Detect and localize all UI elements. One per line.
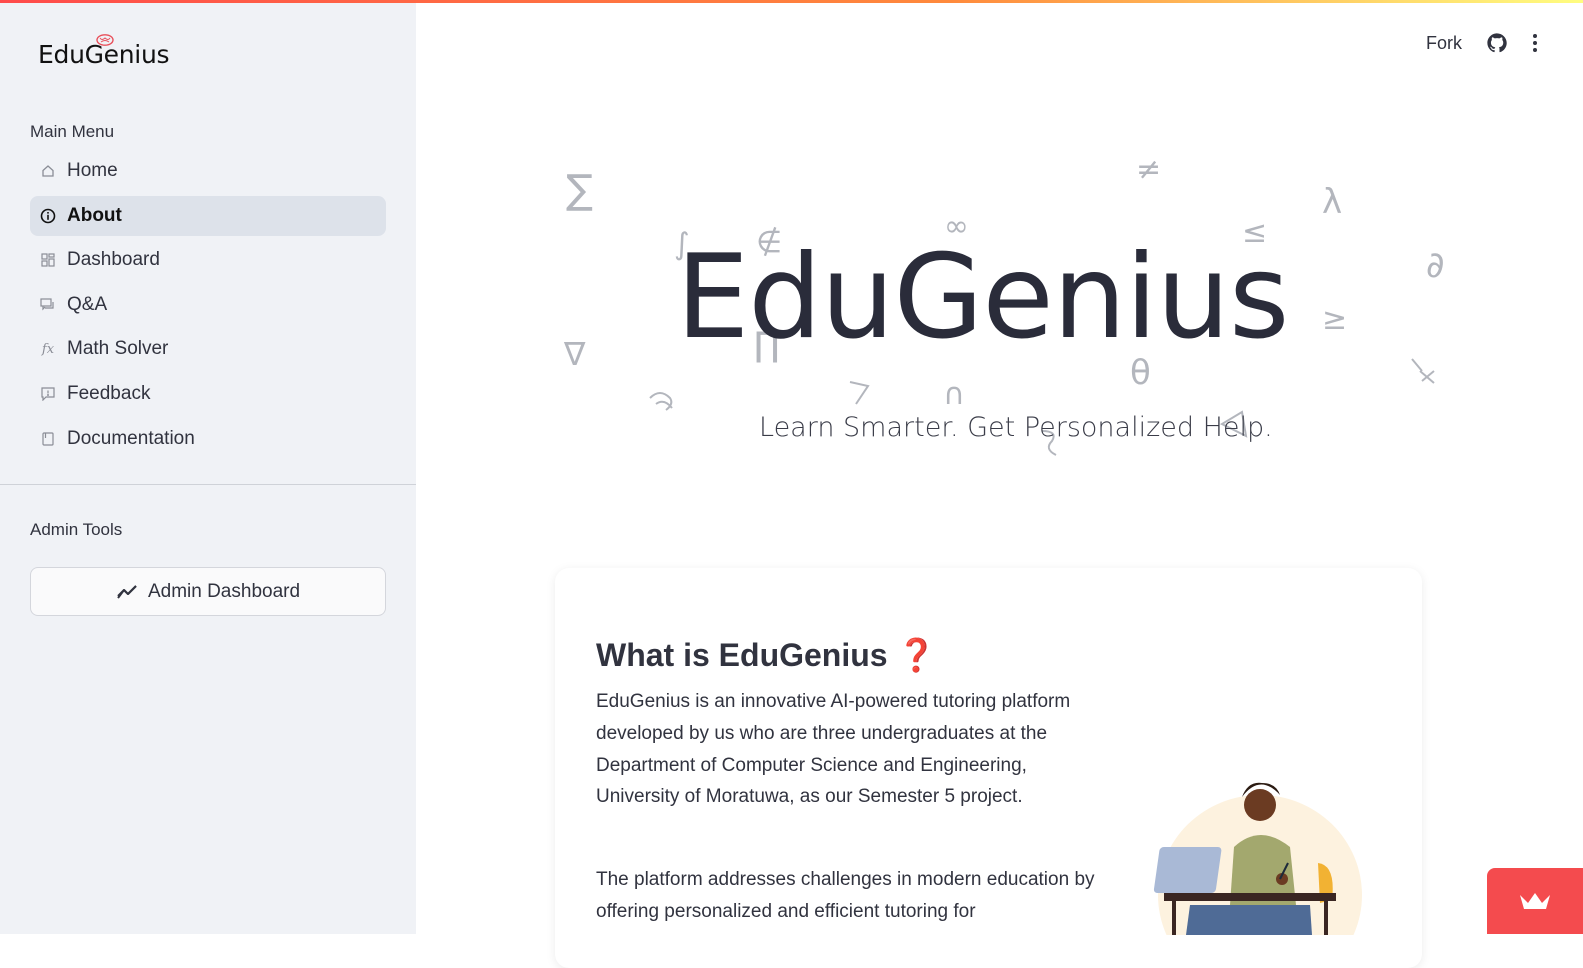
- app-logo[interactable]: EduGenius: [38, 40, 170, 69]
- sidebar-item-label: Documentation: [67, 427, 195, 449]
- angle-glyph-icon: [849, 381, 870, 405]
- math-symbol: ∇: [564, 335, 586, 373]
- main-nav: Home About Dashboard Q&A fx Math Solver: [30, 151, 386, 463]
- card-title: What is EduGenius ❓: [596, 636, 936, 674]
- sidebar-item-math-solver[interactable]: fx Math Solver: [30, 329, 386, 369]
- hero-section: ∑ ≠ λ ∞ ∉ ≤ ∂ ≥ ∇ ∏ θ ∩ ∫ EduGenius Lear…: [416, 100, 1583, 520]
- student-laptop-illustration: [1153, 782, 1362, 935]
- sidebar-item-label: Dashboard: [67, 249, 160, 271]
- sidebar-item-label: Home: [67, 160, 118, 181]
- info-icon: [40, 208, 56, 224]
- about-paragraph-1: EduGenius is an innovative AI-powered tu…: [596, 691, 1071, 808]
- sidebar-divider: [0, 484, 416, 485]
- sidebar-item-qa[interactable]: Q&A: [30, 285, 386, 325]
- feedback-icon: [40, 386, 56, 402]
- sidebar-item-dashboard[interactable]: Dashboard: [30, 240, 386, 280]
- hero-subtitle: Learn Smarter. Get Personalized Help.: [759, 412, 1273, 443]
- math-symbol: ∑: [566, 167, 593, 213]
- home-icon: [40, 163, 56, 179]
- math-symbol: ≥: [1322, 302, 1348, 337]
- math-symbol: λ: [1322, 182, 1343, 222]
- admin-dashboard-button[interactable]: Admin Dashboard: [30, 567, 386, 616]
- main-menu-label: Main Menu: [30, 122, 115, 141]
- sidebar-item-feedback[interactable]: Feedback: [30, 374, 386, 414]
- curly-glyph-icon: [649, 392, 673, 411]
- sidebar: EduGenius Main Menu Home About Dashboard…: [0, 0, 416, 934]
- math-symbol: ∂: [1426, 245, 1445, 286]
- question-emoji-icon: ❓: [896, 637, 937, 673]
- admin-dashboard-label: Admin Dashboard: [147, 580, 301, 602]
- chat-icon: [40, 297, 56, 313]
- sidebar-item-label: Math Solver: [67, 338, 169, 360]
- card-title-text: What is EduGenius: [596, 637, 888, 673]
- sidebar-item-about[interactable]: About: [30, 195, 386, 236]
- admin-tools-label: Admin Tools: [30, 520, 123, 539]
- sidebar-item-label: Feedback: [67, 382, 151, 404]
- sidebar-item-label: Q&A: [67, 293, 108, 315]
- strike-glyph-icon: [1411, 358, 1435, 384]
- math-symbol: ≠: [1136, 152, 1162, 187]
- chart-zigzag-icon: [117, 584, 137, 599]
- hero-title: EduGenius: [676, 230, 1289, 365]
- more-options-icon[interactable]: [1532, 32, 1538, 54]
- function-icon: fx: [41, 341, 55, 357]
- github-icon[interactable]: [1486, 32, 1508, 54]
- book-icon: [40, 431, 56, 447]
- dashboard-icon: [40, 252, 56, 268]
- math-symbol: ∩: [943, 377, 965, 412]
- fork-link[interactable]: Fork: [1426, 33, 1462, 54]
- crown-icon: [1520, 893, 1550, 909]
- header-actions: Fork: [1426, 32, 1538, 54]
- sidebar-item-home[interactable]: Home: [30, 151, 386, 191]
- sidebar-item-documentation[interactable]: Documentation: [30, 419, 386, 459]
- top-decoration-bar: [0, 0, 1583, 3]
- sidebar-item-label: About: [67, 204, 122, 226]
- streamlit-badge[interactable]: [1487, 868, 1583, 934]
- about-paragraph-2: The platform addresses challenges in mod…: [596, 869, 1095, 922]
